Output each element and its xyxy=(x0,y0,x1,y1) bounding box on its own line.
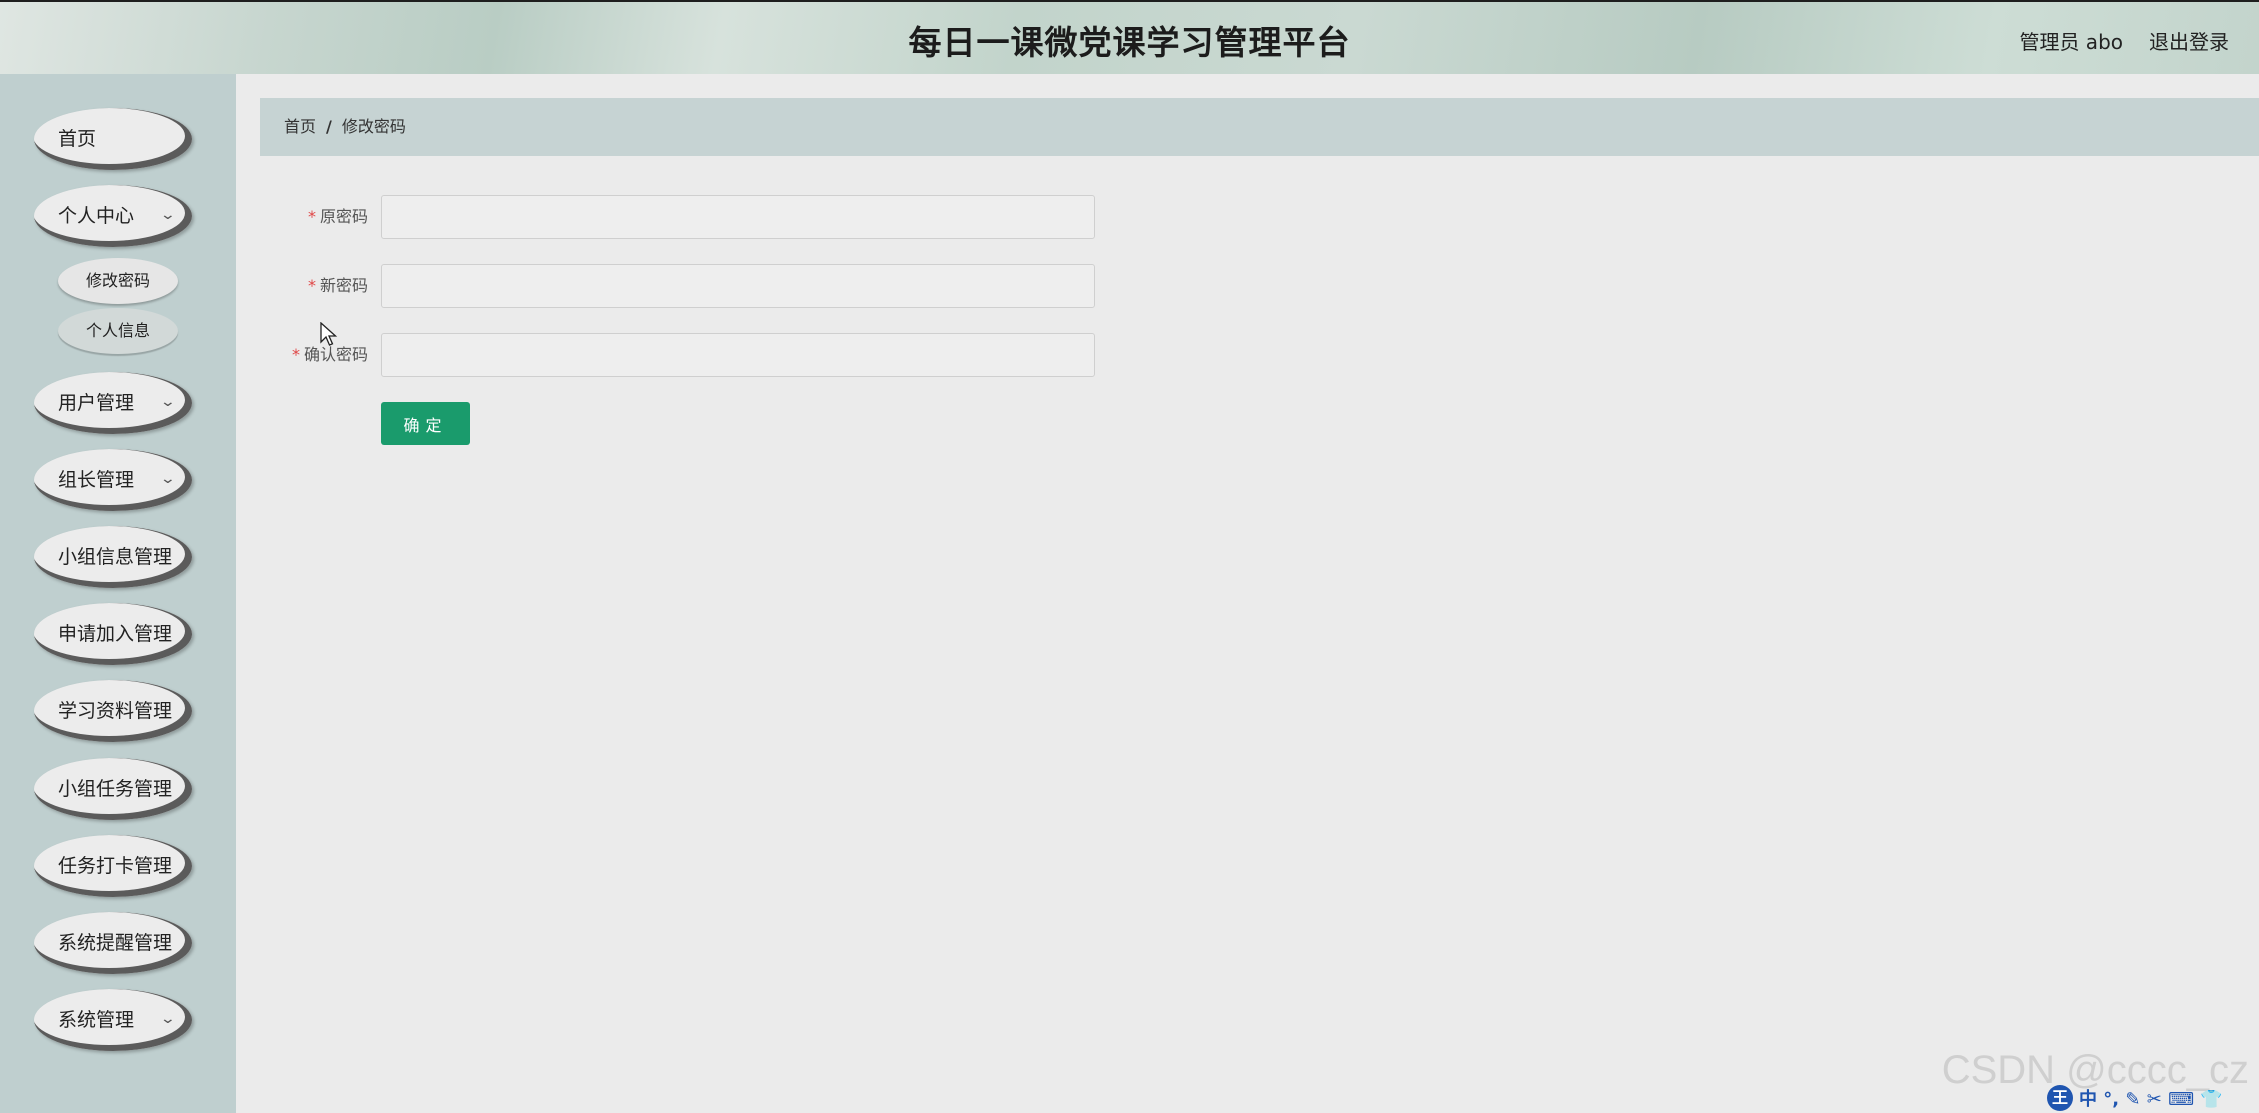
sidebar-item-label: 小组信息管理 xyxy=(58,546,173,568)
chevron-down-icon: ⌄ xyxy=(159,394,177,410)
confirm-button[interactable]: 确定 xyxy=(381,402,470,445)
new-password-label-text: 新密码 xyxy=(319,276,368,295)
sidebar-item-leader-management[interactable]: 组长管理 ⌄ xyxy=(34,449,192,511)
confirm-password-input[interactable] xyxy=(381,333,1095,377)
new-password-label: * 新密码 xyxy=(258,264,368,308)
app-title: 每日一课微党课学习管理平台 xyxy=(908,23,1351,62)
sidebar-item-label: 系统管理 xyxy=(58,1009,135,1031)
required-mark: * xyxy=(307,207,316,226)
ime-badge-icon: 王 xyxy=(2047,1085,2073,1111)
submenu-item-change-password[interactable]: 修改密码 xyxy=(58,258,178,304)
chevron-down-icon: ⌄ xyxy=(159,207,177,223)
old-password-row: * 原密码 xyxy=(260,195,368,239)
old-password-input[interactable] xyxy=(381,195,1095,239)
chevron-down-icon: ⌄ xyxy=(159,1011,177,1027)
breadcrumb-current: 修改密码 xyxy=(341,117,406,136)
sidebar-item-group-task-management[interactable]: 小组任务管理 xyxy=(34,758,192,820)
ime-toolbar[interactable]: 王 中 °, ✎ ✂ ⌨ 👕 xyxy=(2047,1085,2223,1111)
sidebar-item-personal-center[interactable]: 个人中心 ⌄ xyxy=(34,185,192,247)
sidebar-item-label: 首页 xyxy=(58,128,97,150)
sidebar-item-join-request-management[interactable]: 申请加入管理 xyxy=(34,603,192,665)
sidebar-item-system-reminder-management[interactable]: 系统提醒管理 xyxy=(34,912,192,974)
ime-symbols: 中 °, ✎ ✂ ⌨ 👕 xyxy=(2079,1089,2223,1110)
sidebar-item-user-management[interactable]: 用户管理 ⌄ xyxy=(34,372,192,434)
required-mark: * xyxy=(307,276,316,295)
top-header: 每日一课微党课学习管理平台 管理员 abo 退出登录 xyxy=(0,0,2259,74)
sidebar-item-label: 申请加入管理 xyxy=(58,623,173,645)
logout-link[interactable]: 退出登录 xyxy=(2149,26,2229,55)
sidebar-item-group-info-management[interactable]: 小组信息管理 xyxy=(34,526,192,588)
sidebar-item-system-management[interactable]: 系统管理 ⌄ xyxy=(34,989,192,1051)
sidebar: 首页 个人中心 ⌄ 修改密码 个人信息 用户管理 ⌄ 组长管理 ⌄ 小组信息管理… xyxy=(0,74,236,1113)
sidebar-item-home[interactable]: 首页 xyxy=(34,108,192,170)
sidebar-item-label: 用户管理 xyxy=(58,392,135,414)
confirm-password-label: * 确认密码 xyxy=(258,333,368,377)
old-password-label: * 原密码 xyxy=(258,195,368,239)
chevron-down-icon: ⌄ xyxy=(159,471,177,487)
old-password-label-text: 原密码 xyxy=(319,207,368,226)
sidebar-item-label: 学习资料管理 xyxy=(58,700,173,722)
sidebar-item-learning-material-management[interactable]: 学习资料管理 xyxy=(34,680,192,742)
confirm-password-row: * 确认密码 xyxy=(260,333,368,377)
sidebar-item-label: 组长管理 xyxy=(58,469,135,491)
required-mark: * xyxy=(291,345,300,364)
sidebar-item-label: 个人中心 xyxy=(58,205,135,227)
breadcrumb: 首页 / 修改密码 xyxy=(260,98,2259,156)
new-password-row: * 新密码 xyxy=(260,264,368,308)
breadcrumb-home-link[interactable]: 首页 xyxy=(284,117,316,136)
sidebar-item-label: 小组任务管理 xyxy=(58,778,173,800)
mouse-cursor-icon xyxy=(320,322,338,346)
breadcrumb-separator: / xyxy=(326,117,332,136)
sidebar-item-label: 任务打卡管理 xyxy=(58,855,173,877)
submenu-item-personal-info[interactable]: 个人信息 xyxy=(58,308,178,354)
sidebar-item-label: 系统提醒管理 xyxy=(58,932,173,954)
current-user-label: 管理员 abo xyxy=(2019,30,2123,54)
sidebar-item-task-checkin-management[interactable]: 任务打卡管理 xyxy=(34,835,192,897)
new-password-input[interactable] xyxy=(381,264,1095,308)
